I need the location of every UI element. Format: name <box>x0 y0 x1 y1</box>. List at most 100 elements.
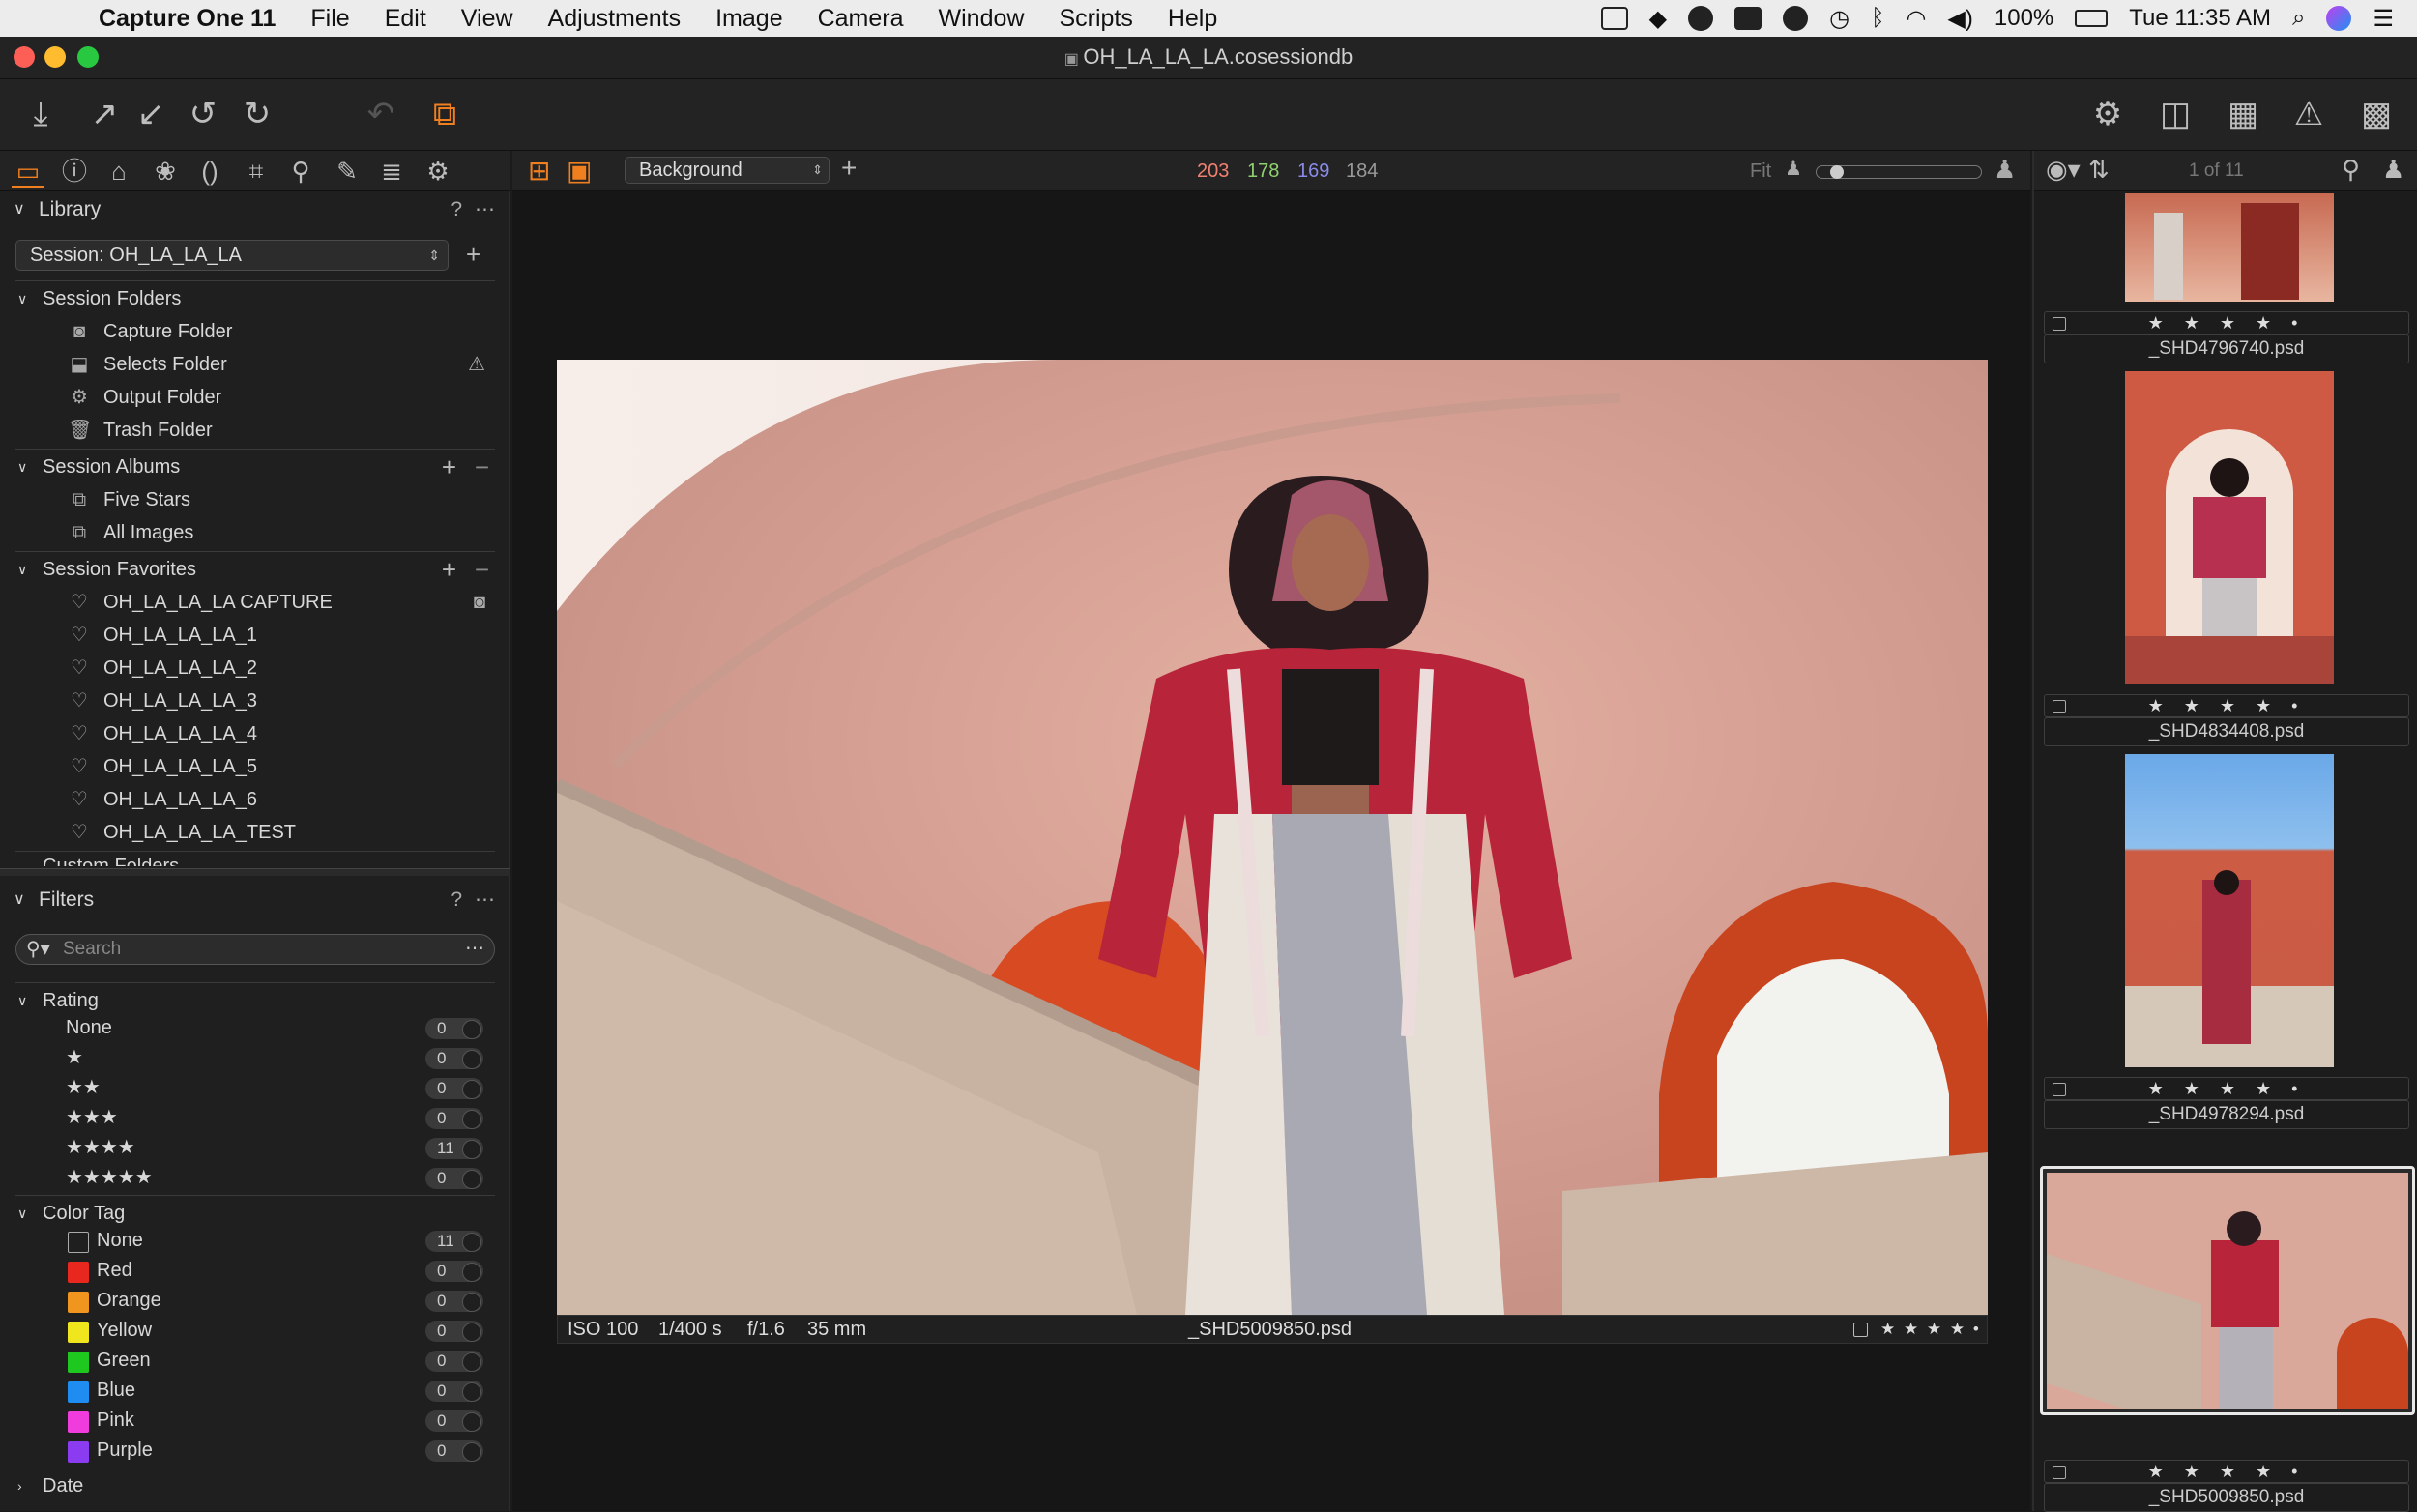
preferences-icon[interactable]: ⚙ <box>2086 93 2129 135</box>
favorite-item[interactable]: ♡ OH_LA_LA_LA_5 <box>0 750 510 783</box>
reset-icon[interactable]: ↶ <box>360 93 402 135</box>
panel-splitter[interactable] <box>0 868 510 876</box>
import-icon[interactable]: ⤓ <box>19 93 62 135</box>
thumbnail-checkbox[interactable] <box>2053 1083 2066 1096</box>
volume-icon[interactable]: ◀) <box>1947 5 1972 33</box>
grid-view-icon[interactable]: ⊞ <box>528 155 550 187</box>
folder-item-capture[interactable]: ◙ Capture Folder <box>0 315 510 348</box>
color-tag-row[interactable]: None 11 <box>0 1226 510 1256</box>
thumbnail-selected[interactable] <box>2040 1166 2415 1415</box>
focus-mask-icon[interactable]: ▩ <box>2355 93 2398 135</box>
capture-icon[interactable]: ↗ <box>83 93 126 135</box>
menu-scripts[interactable]: Scripts <box>1059 5 1132 33</box>
redo-icon[interactable]: ↻ <box>236 93 278 135</box>
thumbnail-rating[interactable]: ★ ★ ★ ★ • <box>2044 1077 2409 1100</box>
color-tag-count[interactable]: 11 <box>425 1231 483 1252</box>
exposure-warning-icon[interactable]: ⚠ <box>2287 93 2330 135</box>
add-layer-icon[interactable]: + <box>841 153 857 184</box>
composition-tab-icon[interactable]: ⌗ <box>240 155 273 188</box>
color-tag-count[interactable]: 0 <box>425 1440 483 1462</box>
capture-tab-icon[interactable]: ⌂ <box>102 155 135 188</box>
remove-album-icon[interactable]: − <box>475 451 489 483</box>
rating-filter-row[interactable]: ★★★★★ 0 <box>0 1163 510 1193</box>
person-icon[interactable]: ♟ <box>2382 155 2404 185</box>
custom-folders-header[interactable]: Custom Folders <box>0 853 510 866</box>
session-favorites-header[interactable]: ∨ Session Favorites + − <box>0 553 510 586</box>
menu-view[interactable]: View <box>461 5 513 33</box>
thumbnail-image[interactable] <box>2125 371 2334 684</box>
thumbnail-checkbox[interactable] <box>2053 1466 2066 1479</box>
rating-count[interactable]: 0 <box>425 1048 483 1069</box>
folder-item-trash[interactable]: 🗑 Trash Folder <box>0 414 510 447</box>
add-favorite-icon[interactable]: + <box>442 553 456 586</box>
zoom-fit-label[interactable]: Fit <box>1750 160 1771 183</box>
eye-icon[interactable]: ◉▾ <box>2046 155 2081 185</box>
bluetooth-icon[interactable]: ᛒ <box>1871 5 1884 32</box>
color-tag-row[interactable]: Purple 0 <box>0 1436 510 1466</box>
dropbox-icon[interactable]: ◆ <box>1649 5 1667 33</box>
app-status-icon[interactable] <box>1783 6 1809 31</box>
details-tab-icon[interactable]: ⚲ <box>284 155 317 188</box>
color-tag-count[interactable]: 0 <box>425 1381 483 1402</box>
spotlight-icon[interactable]: ⌕ <box>2292 5 2305 32</box>
thumbnail-rating[interactable]: ★ ★ ★ ★ • <box>2044 1460 2409 1483</box>
filters-more-icon[interactable]: ⋯ <box>475 884 495 916</box>
folder-item-output[interactable]: ⚙ Output Folder <box>0 381 510 414</box>
color-tag-header[interactable]: ∨ Color Tag <box>0 1197 510 1230</box>
favorite-item[interactable]: ♡ OH_LA_LA_LA_1 <box>0 619 510 652</box>
color-tag-count[interactable]: 0 <box>425 1261 483 1282</box>
session-folders-header[interactable]: ∨ Session Folders <box>0 282 510 315</box>
color-tag-row[interactable]: Red 0 <box>0 1256 510 1286</box>
filters-header[interactable]: ∨ Filters ? ⋯ <box>0 884 510 916</box>
remove-favorite-icon[interactable]: − <box>475 553 489 586</box>
copy-apply-icon[interactable]: ⧉ <box>423 93 466 135</box>
menu-window[interactable]: Window <box>939 5 1025 33</box>
zoom-slider-thumb[interactable] <box>1830 165 1844 179</box>
filters-help-button[interactable]: ? <box>451 884 462 916</box>
output-tab-icon[interactable]: ⚙ <box>422 155 454 188</box>
folder-item-selects[interactable]: ⬓ Selects Folder ⚠ <box>0 348 510 381</box>
undo-icon[interactable]: ↺ <box>182 93 224 135</box>
rating-count[interactable]: 11 <box>425 1138 483 1159</box>
menubar-clock[interactable]: Tue 11:35 AM <box>2129 5 2271 32</box>
metadata-tab-icon[interactable]: ≣ <box>375 155 408 188</box>
rating-count[interactable]: 0 <box>425 1078 483 1099</box>
color-tag-count[interactable]: 0 <box>425 1410 483 1432</box>
color-tag-row[interactable]: Yellow 0 <box>0 1316 510 1346</box>
menu-camera[interactable]: Camera <box>818 5 904 33</box>
grid-overlay-icon[interactable]: ▦ <box>2222 93 2264 135</box>
rating-filter-row[interactable]: ★ 0 <box>0 1043 510 1073</box>
thumbnail-checkbox[interactable] <box>2053 317 2066 331</box>
drive-icon[interactable] <box>1734 7 1762 30</box>
favorite-item[interactable]: ♡ OH_LA_LA_LA_4 <box>0 717 510 750</box>
thumbnail-rating[interactable]: ★ ★ ★ ★ • <box>2044 311 2409 334</box>
color-tag-count[interactable]: 0 <box>425 1291 483 1312</box>
color-tag-row[interactable]: Pink 0 <box>0 1406 510 1436</box>
rating-filter-row[interactable]: ★★★ 0 <box>0 1103 510 1133</box>
menu-help[interactable]: Help <box>1168 5 1217 33</box>
zoom-slider[interactable] <box>1816 165 1982 179</box>
add-session-icon[interactable]: + <box>466 240 480 270</box>
add-album-icon[interactable]: + <box>442 451 456 483</box>
color-tag-row[interactable]: Orange 0 <box>0 1286 510 1316</box>
color-tag-count[interactable]: 0 <box>425 1321 483 1342</box>
library-header[interactable]: ∨ Library ? ⋯ <box>0 193 510 226</box>
album-item-five-stars[interactable]: ⧉ Five Stars <box>0 483 510 516</box>
siri-icon[interactable] <box>2326 6 2352 31</box>
local-adjustments-tab-icon[interactable]: ✎ <box>331 155 364 188</box>
rating-count[interactable]: 0 <box>425 1168 483 1189</box>
session-select[interactable]: Session: OH_LA_LA_LA ⇕ <box>15 240 449 271</box>
menu-adjustments[interactable]: Adjustments <box>548 5 682 33</box>
wifi-icon[interactable]: ◠ <box>1906 5 1926 33</box>
rating-count[interactable]: 0 <box>425 1108 483 1129</box>
favorite-item[interactable]: ♡ OH_LA_LA_LA_TEST <box>0 816 510 849</box>
rating-filter-row[interactable]: None 0 <box>0 1013 510 1043</box>
rating-filter-row[interactable]: ★★★★ 11 <box>0 1133 510 1163</box>
info-tab-icon[interactable]: ⓘ <box>58 155 91 188</box>
filter-search-field[interactable]: ⚲▾ Search ⋯ <box>15 934 495 965</box>
creative-cloud-icon[interactable] <box>1688 6 1714 31</box>
proofing-icon[interactable]: ◫ <box>2154 93 2197 135</box>
thumbnail-image[interactable] <box>2125 193 2334 302</box>
thumbnail-rating[interactable]: ★ ★ ★ ★ • <box>2044 694 2409 717</box>
single-view-icon[interactable]: ▣ <box>567 155 592 187</box>
